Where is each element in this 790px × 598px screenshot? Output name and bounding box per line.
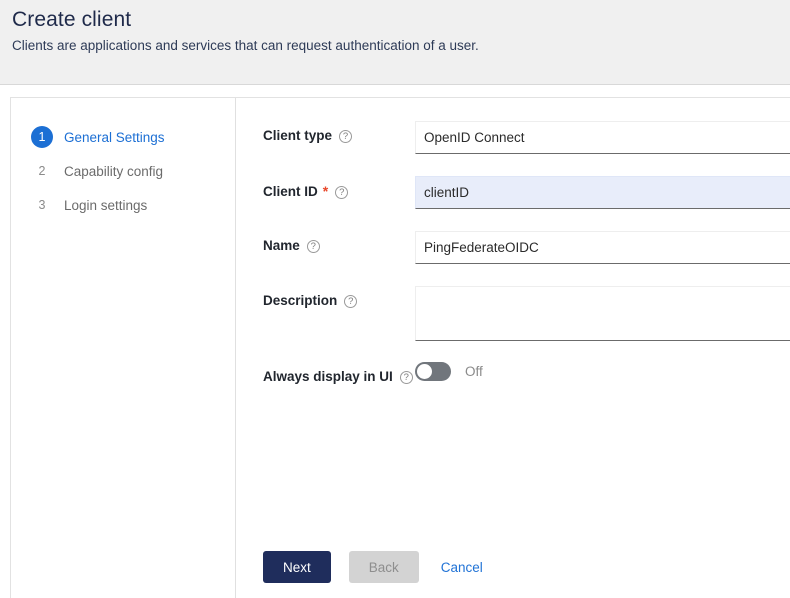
required-marker: * [323, 183, 328, 199]
client-type-input[interactable]: OpenID Connect [415, 121, 790, 154]
toggle-knob [417, 364, 432, 379]
next-button[interactable]: Next [263, 551, 331, 583]
description-input[interactable] [415, 286, 790, 341]
client-id-input[interactable]: clientID [415, 176, 790, 209]
step-label: Capability config [64, 164, 163, 179]
always-display-label-text: Always display in UI [263, 369, 393, 384]
always-display-toggle[interactable] [415, 362, 451, 381]
step-label: General Settings [64, 130, 165, 145]
help-circle-icon[interactable] [344, 295, 357, 308]
client-id-label: Client ID * [263, 183, 348, 199]
name-value: PingFederateOIDC [424, 240, 539, 255]
help-circle-icon[interactable] [400, 371, 413, 384]
client-type-label: Client type [263, 128, 352, 143]
page-subtitle: Clients are applications and services th… [12, 38, 479, 53]
step-label: Login settings [64, 198, 147, 213]
help-circle-icon[interactable] [339, 130, 352, 143]
client-type-value: OpenID Connect [424, 130, 525, 145]
step-number: 1 [31, 126, 53, 148]
name-label-text: Name [263, 238, 300, 253]
help-circle-icon[interactable] [307, 240, 320, 253]
wizard-stepper: 1 General Settings 2 Capability config 3… [11, 120, 235, 222]
create-client-page: Create client Clients are applications a… [0, 0, 790, 598]
card-divider [235, 98, 236, 598]
help-circle-icon[interactable] [335, 186, 348, 199]
client-type-label-text: Client type [263, 128, 332, 143]
page-header: Create client Clients are applications a… [0, 0, 790, 85]
description-label: Description [263, 293, 357, 308]
toggle-state-label: Off [465, 364, 483, 379]
page-title: Create client [12, 8, 131, 32]
client-id-label-text: Client ID [263, 184, 318, 199]
name-label: Name [263, 238, 320, 253]
wizard-card: 1 General Settings 2 Capability config 3… [10, 97, 790, 598]
always-display-label: Always display in UI [263, 369, 413, 384]
step-number: 2 [31, 160, 53, 182]
always-display-toggle-group: Off [415, 362, 483, 381]
wizard-actions: Next Back Cancel [263, 551, 483, 583]
step-number: 3 [31, 194, 53, 216]
step-capability-config[interactable]: 2 Capability config [11, 154, 235, 188]
cancel-button[interactable]: Cancel [441, 551, 483, 583]
back-button: Back [349, 551, 419, 583]
name-input[interactable]: PingFederateOIDC [415, 231, 790, 264]
step-login-settings[interactable]: 3 Login settings [11, 188, 235, 222]
client-id-value: clientID [424, 185, 469, 200]
step-general-settings[interactable]: 1 General Settings [11, 120, 235, 154]
description-label-text: Description [263, 293, 337, 308]
